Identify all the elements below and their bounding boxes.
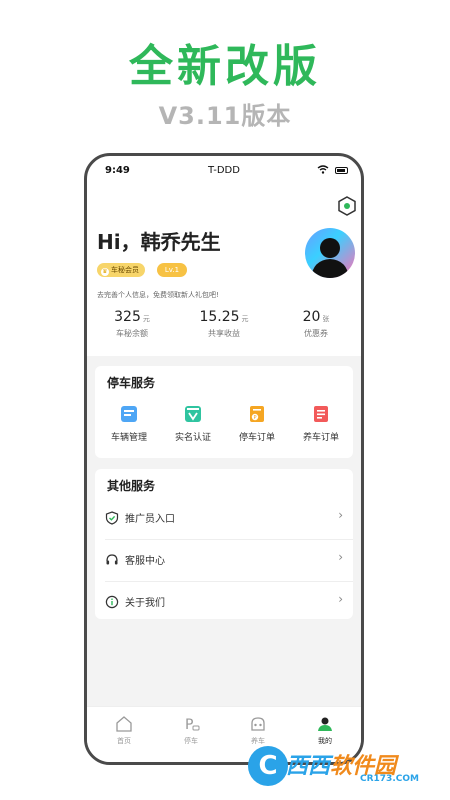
service-vehicle-management[interactable]: 车辆管理 xyxy=(97,404,161,443)
avatar-silhouette-icon xyxy=(311,238,349,278)
member-badge-label: 车秘会员 xyxy=(111,266,139,274)
row-customer-service[interactable]: 客服中心 › xyxy=(95,539,353,579)
service-real-name-verify[interactable]: 实名认证 xyxy=(161,404,225,443)
wifi-icon xyxy=(317,165,329,177)
tab-mine[interactable]: 我的 xyxy=(305,715,345,746)
chevron-right-icon: › xyxy=(338,550,343,564)
parking-order-icon: P xyxy=(247,404,267,424)
service-label: 养车订单 xyxy=(302,433,339,443)
car-care-order-icon xyxy=(311,404,331,424)
user-icon xyxy=(316,715,334,733)
headset-icon xyxy=(105,552,119,566)
real-name-verify-icon xyxy=(183,404,203,424)
svg-text:P: P xyxy=(185,717,193,733)
service-car-care-order[interactable]: 养车订单 xyxy=(289,404,353,443)
svg-text:P: P xyxy=(253,415,256,421)
stat-coupons[interactable]: 20 张 优惠券 xyxy=(271,306,361,339)
stat-shared-income[interactable]: 15.25 元 共享收益 xyxy=(179,306,269,339)
service-parking-order[interactable]: P 停车订单 xyxy=(225,404,289,443)
level-badge[interactable]: Lv.1 xyxy=(157,263,187,277)
service-label: 停车订单 xyxy=(238,433,275,443)
row-label: 关于我们 xyxy=(125,598,165,609)
chevron-right-icon: › xyxy=(338,592,343,606)
crown-icon: ♛ xyxy=(101,268,109,276)
promo-headline: 全新改版 xyxy=(129,41,321,92)
status-bar: 9:49 T-DDD xyxy=(87,156,361,186)
stat-balance[interactable]: 325 元 车秘余额 xyxy=(87,306,177,339)
parking-services-card: 停车服务 车辆管理 实名认证 P 停车订单 养车订单 xyxy=(95,366,353,458)
stat-value: 325 xyxy=(114,309,141,325)
watermark-text-a: 西西 xyxy=(286,754,331,779)
info-icon xyxy=(105,594,119,609)
member-badge[interactable]: ♛ 车秘会员 xyxy=(97,263,145,277)
service-label: 车辆管理 xyxy=(110,433,147,443)
parking-icon: P xyxy=(182,715,200,733)
settings-hexagon-icon[interactable] xyxy=(337,196,357,216)
stat-unit: 元 xyxy=(142,315,150,323)
watermark-logo: C xyxy=(248,746,288,786)
tab-label: 停车 xyxy=(184,737,198,745)
other-services-title: 其他服务 xyxy=(107,479,156,493)
stat-label: 车秘余额 xyxy=(116,329,148,338)
vehicle-management-icon xyxy=(119,404,139,424)
car-care-icon xyxy=(249,715,267,733)
phone-frame: 9:49 T-DDD Hi，韩乔先生 ♛ 车秘会员 Lv.1 去完善个人信息，免费… xyxy=(84,153,364,765)
stat-label: 优惠券 xyxy=(304,329,328,338)
stat-value: 20 xyxy=(302,309,321,325)
profile-greeting: Hi，韩乔先生 xyxy=(97,230,221,254)
row-about-us[interactable]: 关于我们 › xyxy=(95,581,353,621)
shield-icon xyxy=(105,510,119,525)
tab-home[interactable]: 首页 xyxy=(104,715,144,746)
stat-unit: 张 xyxy=(322,315,330,323)
stat-label: 共享收益 xyxy=(208,329,240,338)
watermark: C 西西软件园 CR173.COM xyxy=(248,744,438,788)
stat-unit: 元 xyxy=(241,315,249,323)
tab-parking[interactable]: P 停车 xyxy=(171,715,211,746)
avatar[interactable] xyxy=(305,228,355,278)
profile-hint[interactable]: 去完善个人信息，免费领取新人礼包吧! xyxy=(97,290,219,300)
home-icon xyxy=(115,715,133,733)
battery-icon xyxy=(335,167,348,174)
row-label: 推广员入口 xyxy=(125,514,175,525)
other-services-card: 其他服务 推广员入口 › 客服中心 › 关于我们 › xyxy=(95,469,353,619)
parking-services-title: 停车服务 xyxy=(107,376,156,390)
tab-car-care[interactable]: 养车 xyxy=(238,715,278,746)
service-label: 实名认证 xyxy=(174,433,211,443)
chevron-right-icon: › xyxy=(338,508,343,522)
tab-label: 首页 xyxy=(117,737,131,745)
promo-version: V3.11版本 xyxy=(158,102,292,130)
stats-row: 325 元 车秘余额 15.25 元 共享收益 20 张 优惠券 xyxy=(87,306,361,350)
row-label: 客服中心 xyxy=(125,556,165,567)
row-promoter-entry[interactable]: 推广员入口 › xyxy=(95,497,353,537)
watermark-url: CR173.COM xyxy=(360,774,419,784)
stat-value: 15.25 xyxy=(199,309,240,325)
